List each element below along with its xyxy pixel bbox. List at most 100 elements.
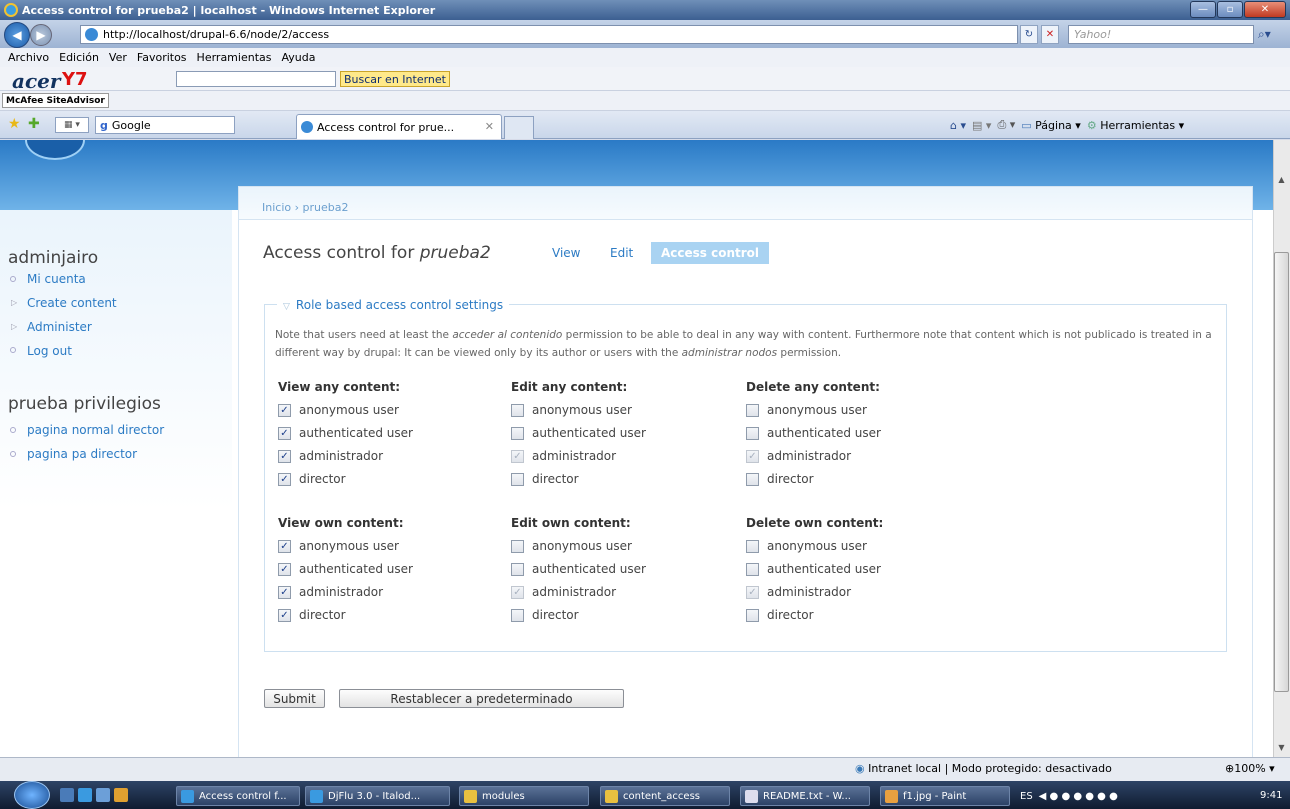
fieldset-legend[interactable]: ▽ Role based access control settings [277,298,510,312]
forward-button[interactable]: ▶ [30,24,52,46]
permission-checkbox-row[interactable]: anonymous user [746,403,867,417]
sidebar-link-create-content[interactable]: Create content [27,296,117,310]
close-button[interactable]: ✕ [1244,1,1286,18]
menu-favoritos[interactable]: Favoritos [137,51,187,64]
permission-checkbox-row[interactable]: ✓ anonymous user [278,403,399,417]
toolbar-search-input[interactable] [176,71,336,87]
checkbox-unchecked[interactable] [511,608,524,622]
scrollbar-thumb[interactable] [1274,252,1289,692]
zoom-control[interactable]: ⊕100% ▾ [1225,762,1275,775]
permission-checkbox-row[interactable]: authenticated user [511,426,646,440]
checkbox-checked[interactable]: ✓ [278,585,291,599]
permission-checkbox-row[interactable]: director [746,472,814,486]
checkbox-checked[interactable]: ✓ [278,449,291,463]
checkbox-checked[interactable]: ✓ [278,426,291,440]
permission-checkbox-row[interactable]: director [511,472,579,486]
submit-button[interactable]: Submit [264,689,325,708]
menu-archivo[interactable]: Archivo [8,51,49,64]
checkbox-unchecked[interactable] [746,403,759,417]
permission-checkbox-row[interactable]: director [511,608,579,622]
menu-edicion[interactable]: Edición [59,51,99,64]
permission-checkbox-row[interactable]: anonymous user [511,403,632,417]
permission-checkbox-row[interactable]: ✓ administrador [511,585,616,599]
reset-button[interactable]: Restablecer a predeterminado [339,689,624,708]
security-zone[interactable]: ◉ Intranet local | Modo protegido: desac… [855,762,1112,775]
feeds-icon[interactable]: ▤ ▾ [972,119,991,132]
new-tab-button[interactable] [504,116,534,139]
search-icon[interactable]: ⌕▾ [1258,25,1284,44]
checkbox-checked[interactable]: ✓ [278,539,291,553]
checkbox-unchecked[interactable] [511,403,524,417]
browser-tab-active[interactable]: Access control for prue... ✕ [296,114,502,139]
taskbar-item-paint[interactable]: f1.jpg - Paint [880,786,1010,806]
permission-checkbox-row[interactable]: ✓ director [278,608,346,622]
taskbar-item-ie[interactable]: Access control f... [176,786,300,806]
mcafee-button[interactable]: McAfee SiteAdvisor [2,93,109,108]
permission-checkbox-row[interactable]: ✓ administrador [278,449,383,463]
checkbox-unchecked[interactable] [746,608,759,622]
checkbox-unchecked[interactable] [746,426,759,440]
permission-checkbox-row[interactable]: authenticated user [746,426,881,440]
ie-launch-icon[interactable] [78,788,92,802]
add-favorite-icon[interactable]: ✚ [28,116,40,132]
permission-checkbox-row[interactable]: anonymous user [511,539,632,553]
scroll-up-icon[interactable]: ▲ [1274,172,1289,186]
checkbox-unchecked[interactable] [511,539,524,553]
menu-herramientas[interactable]: Herramientas [197,51,272,64]
herramientas-menu[interactable]: ⚙ Herramientas ▾ [1087,119,1184,132]
checkbox-unchecked[interactable] [511,472,524,486]
google-search-input[interactable]: g Google [95,116,235,134]
checkbox-unchecked[interactable] [746,472,759,486]
permission-checkbox-row[interactable]: ✓ anonymous user [278,539,399,553]
permission-checkbox-row[interactable]: ✓ director [278,472,346,486]
checkbox-unchecked[interactable] [511,562,524,576]
tab-edit[interactable]: Edit [610,246,633,260]
permission-checkbox-row[interactable]: ✓ authenticated user [278,426,413,440]
permission-checkbox-row[interactable]: ✓ administrador [746,449,851,463]
address-input[interactable]: http://localhost/drupal-6.6/node/2/acces… [80,25,1018,44]
minimize-button[interactable]: — [1190,1,1216,18]
checkbox-unchecked[interactable] [511,426,524,440]
buscar-button[interactable]: Buscar en Internet [340,71,450,87]
permission-checkbox-row[interactable]: ✓ administrador [511,449,616,463]
switch-windows-icon[interactable] [96,788,110,802]
checkbox-checked[interactable]: ✓ [278,562,291,576]
tab-access-control[interactable]: Access control [651,242,770,264]
stop-icon[interactable]: ✕ [1041,25,1059,44]
language-indicator[interactable]: ES [1020,791,1033,802]
checkbox-checked[interactable]: ✓ [278,403,291,417]
taskbar-item-modules[interactable]: modules [459,786,589,806]
checkbox-unchecked[interactable] [746,562,759,576]
tab-view[interactable]: View [552,246,580,260]
permission-checkbox-row[interactable]: ✓ authenticated user [278,562,413,576]
tray-icons[interactable]: ◀ ● ● ● ● ● ● [1039,791,1118,802]
search-input[interactable]: Yahoo! [1068,25,1254,44]
app-launch-icon[interactable] [114,788,128,802]
permission-checkbox-row[interactable]: authenticated user [746,562,881,576]
permission-checkbox-row[interactable]: ✓ administrador [746,585,851,599]
pagina-menu[interactable]: ▭ Página ▾ [1021,119,1081,132]
checkbox-unchecked[interactable] [746,539,759,553]
sidebar-link-pagina-pa[interactable]: pagina pa director [27,447,137,461]
print-icon[interactable]: ⎙ ▾ [997,118,1015,132]
quick-tabs-icon[interactable]: ▦ ▾ [55,117,89,133]
menu-ayuda[interactable]: Ayuda [281,51,315,64]
refresh-icon[interactable]: ↻ [1020,25,1038,44]
taskbar-item-readme[interactable]: README.txt - W... [740,786,870,806]
menu-ver[interactable]: Ver [109,51,127,64]
permission-checkbox-row[interactable]: director [746,608,814,622]
favorites-star-icon[interactable]: ★ [8,116,21,132]
back-button[interactable]: ◀ [4,22,30,48]
checkbox-checked[interactable]: ✓ [278,608,291,622]
sidebar-link-pagina-normal[interactable]: pagina normal director [27,423,164,437]
scroll-down-icon[interactable]: ▼ [1274,740,1289,754]
sidebar-link-mi-cuenta[interactable]: Mi cuenta [27,272,86,286]
sidebar-link-administer[interactable]: Administer [27,320,92,334]
checkbox-checked[interactable]: ✓ [278,472,291,486]
start-button[interactable] [14,781,50,809]
maximize-button[interactable]: ▫ [1217,1,1243,18]
clock[interactable]: 9:41 [1260,790,1282,801]
home-icon[interactable]: ⌂ ▾ [950,119,966,132]
breadcrumb[interactable]: Inicio › prueba2 [262,201,348,214]
permission-checkbox-row[interactable]: anonymous user [746,539,867,553]
